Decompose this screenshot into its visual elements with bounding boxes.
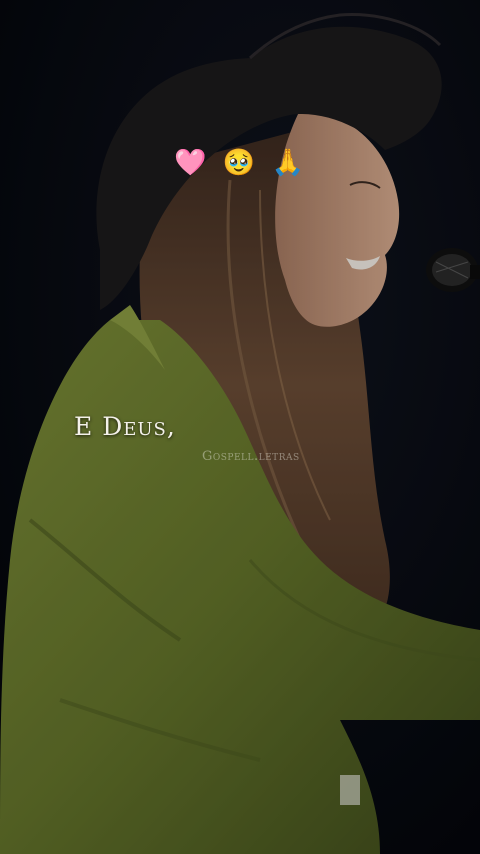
performer-photo xyxy=(0,0,480,854)
watermark: Gospell.letras xyxy=(202,449,300,464)
face-holding-back-tears-icon: 🥹 xyxy=(222,148,258,178)
pink-heart-icon: 🩷 xyxy=(174,148,209,178)
emoji-row: 🩷 🥹 🙏 xyxy=(0,148,480,178)
lyric-caption: E Deus, xyxy=(74,412,176,441)
folded-hands-icon: 🙏 xyxy=(271,148,306,178)
video-reel[interactable]: 🩷 🥹 🙏 E Deus, Gospell.letras xyxy=(0,0,480,854)
